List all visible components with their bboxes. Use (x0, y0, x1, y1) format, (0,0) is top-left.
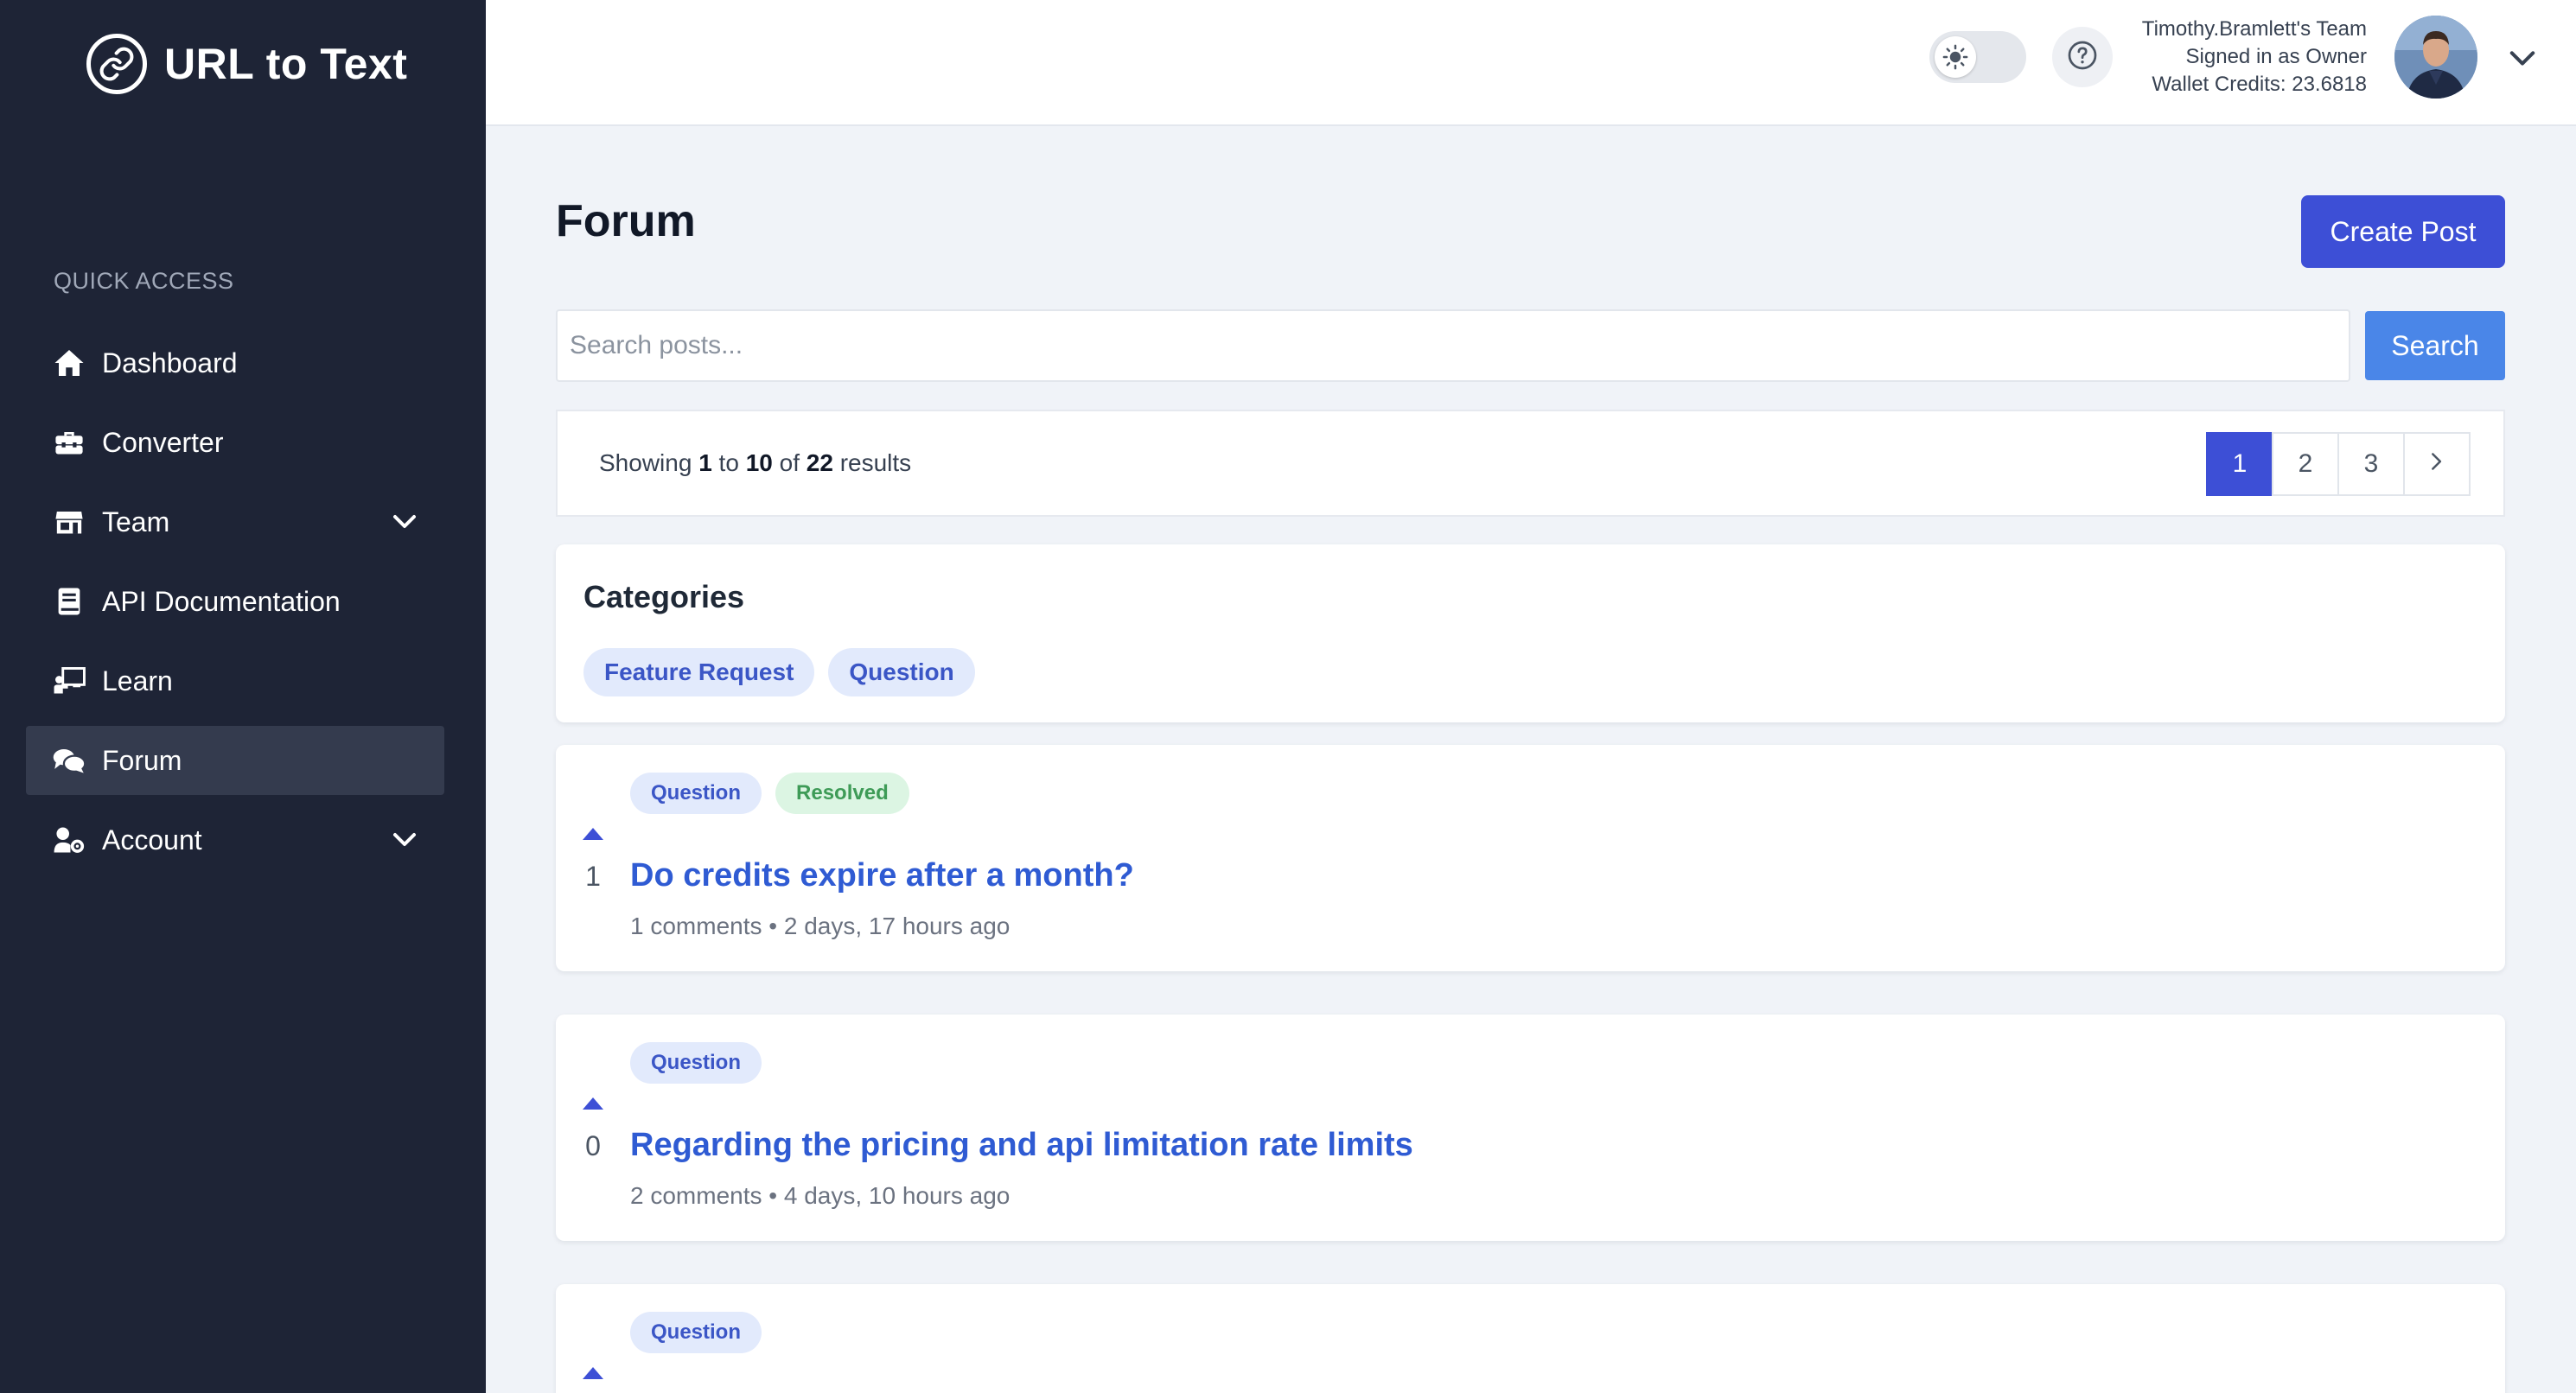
pagination-bar: Showing 1 to 10 of 22 results 1 2 3 (556, 410, 2505, 517)
sidebar-item-label: Account (102, 824, 202, 856)
chevron-down-icon[interactable] (2505, 41, 2540, 76)
quick-access-label: QUICK ACCESS (54, 268, 234, 294)
post-meta: 2 comments • 4 days, 10 hours ago (630, 1182, 1011, 1209)
results-total: 22 (806, 449, 833, 476)
app-name: URL to Text (164, 40, 408, 88)
book-icon (52, 584, 86, 619)
chevron-down-icon[interactable] (391, 826, 418, 854)
post-card: Question (556, 1284, 2505, 1393)
home-icon (52, 346, 86, 380)
categories-card: Categories Feature Request Question (556, 544, 2505, 722)
results-suffix: results (839, 449, 912, 476)
post-title-link[interactable]: Regarding the pricing and api limitation… (630, 1127, 1413, 1164)
post-badges: Question Resolved (630, 773, 909, 814)
sidebar-item-learn[interactable]: Learn (26, 646, 444, 716)
avatar[interactable] (2394, 16, 2477, 99)
categories-title: Categories (583, 579, 745, 614)
search-input[interactable] (556, 309, 2350, 382)
page-button-2[interactable]: 2 (2272, 432, 2339, 496)
store-icon (52, 505, 86, 539)
sidebar-item-converter[interactable]: Converter (26, 408, 444, 477)
upvote-icon[interactable] (582, 1362, 604, 1384)
sidebar-item-team[interactable]: Team (26, 487, 444, 557)
page-button-1[interactable]: 1 (2206, 432, 2273, 496)
sidebar-item-label: Dashboard (102, 347, 238, 378)
comments-icon (52, 743, 86, 778)
theme-toggle[interactable] (1929, 31, 2026, 83)
page-button-3[interactable]: 3 (2337, 432, 2405, 496)
toolbox-icon (52, 425, 86, 460)
upvote-icon[interactable] (582, 1092, 604, 1115)
sidebar-item-forum[interactable]: Forum (26, 726, 444, 795)
sidebar-nav: Dashboard Converter Team API Documentati… (26, 328, 444, 885)
page-title: Forum (556, 196, 696, 246)
post-badges: Question (630, 1042, 762, 1084)
sidebar-item-api-documentation[interactable]: API Documentation (26, 567, 444, 636)
category-tags: Feature Request Question (583, 648, 975, 696)
chevron-right-icon (2431, 449, 2443, 479)
post-title-link[interactable]: Do credits expire after a month? (630, 857, 1134, 894)
to-word: to (718, 449, 739, 476)
top-header: Timothy.Bramlett's Team Signed in as Own… (486, 0, 2576, 126)
showing-prefix: Showing (599, 449, 692, 476)
results-to: 10 (745, 449, 773, 476)
results-summary: Showing 1 to 10 of 22 results (599, 449, 911, 477)
sidebar-item-dashboard[interactable]: Dashboard (26, 328, 444, 398)
vote-count: 1 (585, 861, 601, 892)
sidebar: URL to Text QUICK ACCESS Dashboard Conve… (0, 0, 486, 1393)
team-name: Timothy.Bramlett's Team (2141, 17, 2367, 41)
sidebar-item-label: Forum (102, 744, 182, 776)
search-button[interactable]: Search (2365, 311, 2505, 380)
category-badge: Question (630, 1312, 762, 1353)
sun-icon (1935, 36, 1976, 78)
upvote-icon[interactable] (582, 823, 604, 845)
category-badge: Question (630, 773, 762, 814)
user-info: Timothy.Bramlett's Team Signed in as Own… (2128, 16, 2367, 99)
page-buttons: 1 2 3 (2206, 432, 2471, 496)
wallet-credits: Wallet Credits: 23.6818 (2152, 73, 2367, 96)
category-tag-feature-request[interactable]: Feature Request (583, 648, 815, 696)
post-card: Question Resolved 1 Do credits expire af… (556, 745, 2505, 971)
user-role: Signed in as Owner (2185, 45, 2367, 68)
resolved-badge: Resolved (775, 773, 909, 814)
chalkboard-teacher-icon (52, 664, 86, 698)
vote-count: 0 (585, 1130, 601, 1161)
user-cog-icon (52, 823, 86, 857)
post-meta: 1 comments • 2 days, 17 hours ago (630, 913, 1011, 939)
question-circle-icon (2067, 40, 2098, 75)
sidebar-item-label: Converter (102, 426, 224, 458)
post-badges: Question (630, 1312, 762, 1353)
post-card: Question 0 Regarding the pricing and api… (556, 1015, 2505, 1241)
help-button[interactable] (2052, 27, 2113, 87)
sidebar-item-label: Learn (102, 665, 173, 696)
sidebar-item-account[interactable]: Account (26, 805, 444, 875)
chevron-down-icon[interactable] (391, 508, 418, 536)
of-word: of (779, 449, 800, 476)
results-from: 1 (698, 449, 712, 476)
sidebar-item-label: API Documentation (102, 585, 341, 617)
category-tag-question[interactable]: Question (828, 648, 975, 696)
create-post-button[interactable]: Create Post (2301, 195, 2505, 268)
link-logo-icon (86, 34, 147, 94)
next-page-button[interactable] (2403, 432, 2471, 496)
category-badge: Question (630, 1042, 762, 1084)
sidebar-item-label: Team (102, 506, 170, 537)
app-logo[interactable]: URL to Text (86, 33, 407, 95)
